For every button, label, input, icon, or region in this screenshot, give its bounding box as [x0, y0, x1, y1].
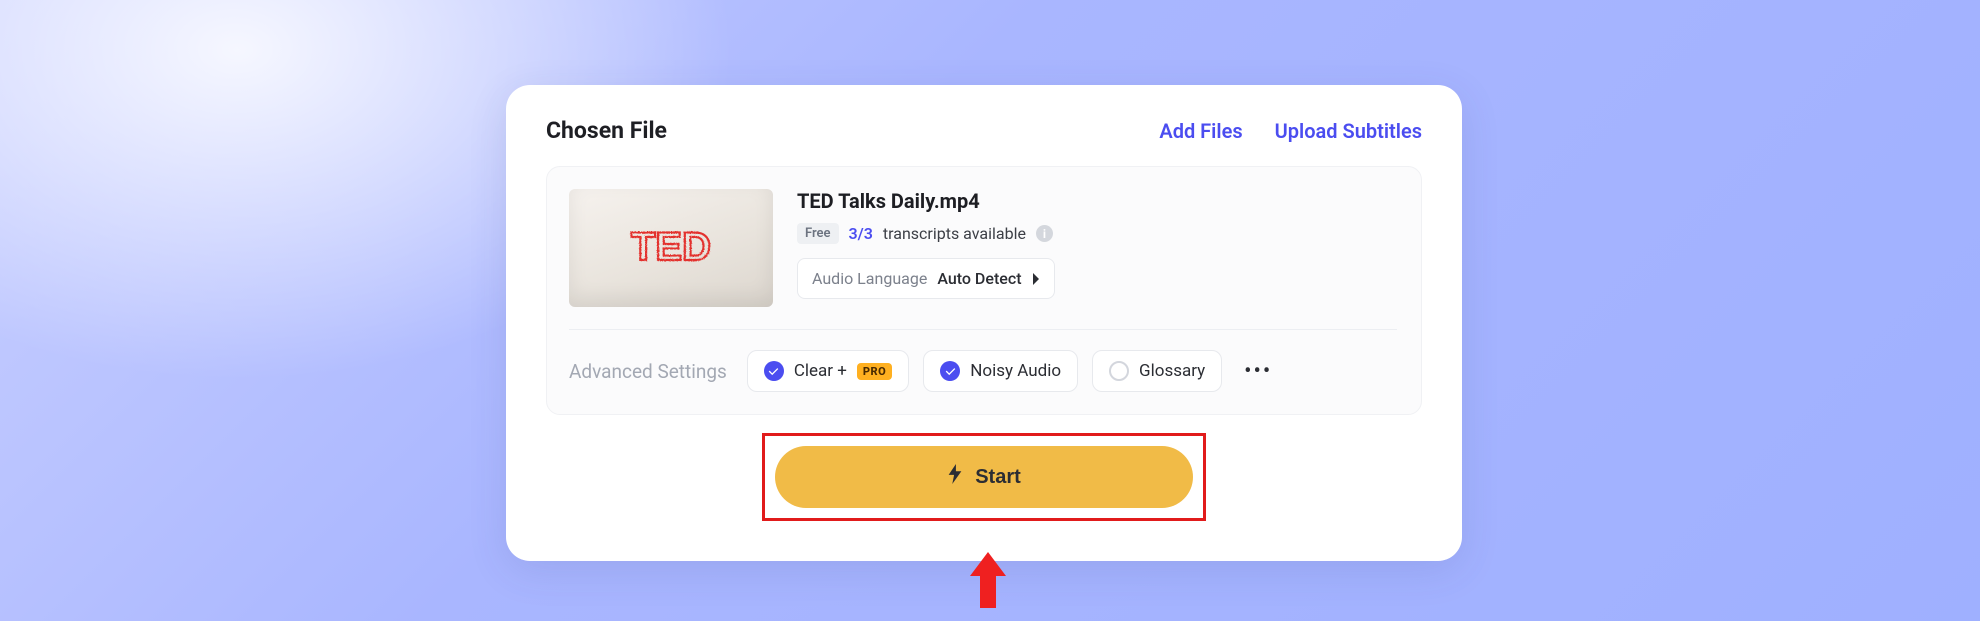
audio-language-value: Auto Detect — [937, 269, 1021, 288]
option-glossary-label: Glossary — [1139, 361, 1205, 381]
chosen-file-card: Chosen File Add Files Upload Subtitles T… — [506, 85, 1462, 561]
highlight-annotation: Start — [762, 433, 1206, 521]
checkmark-icon — [940, 361, 960, 381]
option-clear-plus-label: Clear + — [794, 361, 847, 381]
file-thumbnail: TED — [569, 189, 773, 307]
option-glossary[interactable]: Glossary — [1092, 350, 1222, 392]
option-clear-plus[interactable]: Clear + PRO — [747, 350, 909, 392]
info-icon[interactable]: i — [1036, 225, 1053, 242]
free-badge: Free — [797, 223, 839, 244]
chevron-right-icon — [1032, 273, 1040, 285]
audio-language-select[interactable]: Audio Language Auto Detect — [797, 258, 1055, 299]
file-panel: TED TED Talks Daily.mp4 Free 3/3 transcr… — [546, 166, 1422, 415]
file-name: TED Talks Daily.mp4 — [797, 189, 1397, 213]
lightning-icon — [947, 464, 963, 490]
transcript-status: Free 3/3 transcripts available i — [797, 223, 1397, 244]
divider — [569, 329, 1397, 330]
transcript-label: transcripts available — [883, 224, 1026, 243]
start-button-area: Start — [546, 433, 1422, 521]
upload-subtitles-link[interactable]: Upload Subtitles — [1275, 119, 1422, 143]
advanced-settings-label: Advanced Settings — [569, 360, 727, 383]
more-options-button[interactable]: ••• — [1236, 351, 1280, 392]
header-actions: Add Files Upload Subtitles — [1159, 119, 1422, 143]
advanced-settings-row: Advanced Settings Clear + PRO Noisy Audi… — [569, 350, 1397, 392]
add-files-link[interactable]: Add Files — [1159, 119, 1242, 143]
start-button[interactable]: Start — [775, 446, 1193, 508]
file-info: TED Talks Daily.mp4 Free 3/3 transcripts… — [797, 189, 1397, 299]
radio-unchecked-icon — [1109, 361, 1129, 381]
start-button-label: Start — [975, 466, 1021, 489]
checkmark-icon — [764, 361, 784, 381]
transcript-count: 3/3 — [849, 224, 873, 243]
file-row: TED TED Talks Daily.mp4 Free 3/3 transcr… — [569, 189, 1397, 307]
card-header: Chosen File Add Files Upload Subtitles — [546, 117, 1422, 144]
ted-logo-text: TED — [631, 225, 711, 269]
audio-language-label: Audio Language — [812, 269, 927, 288]
card-title: Chosen File — [546, 117, 667, 144]
pro-badge: PRO — [857, 363, 892, 380]
option-noisy-audio-label: Noisy Audio — [970, 361, 1061, 381]
option-noisy-audio[interactable]: Noisy Audio — [923, 350, 1078, 392]
